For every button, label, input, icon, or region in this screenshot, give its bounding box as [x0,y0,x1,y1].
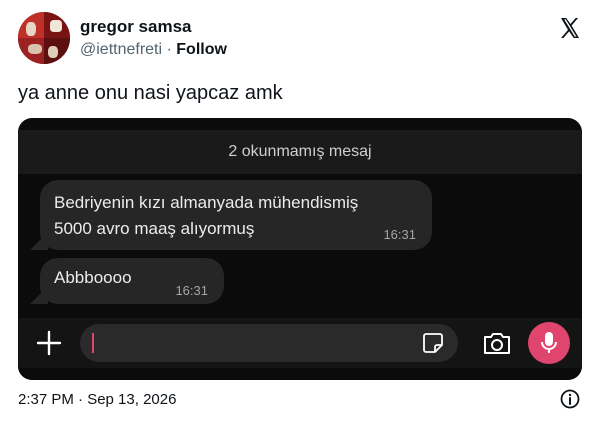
tweet-text: ya anne onu nasi yapcaz amk [18,82,283,104]
plus-icon[interactable] [36,330,62,356]
message-line: Bedriyenin kızı almanyada mühendismiş [54,193,359,212]
message-text: Bedriyenin kızı almanyada mühendismiş 50… [54,190,358,242]
author-name[interactable]: gregor samsa [80,17,192,37]
chat-screenshot[interactable]: 2 okunmamış mesaj Bedriyenin kızı almany… [18,118,582,380]
message-bubble: Bedriyenin kızı almanyada mühendismiş 50… [40,180,432,250]
message-line: 5000 avro maaş alıyormuş [54,219,255,238]
microphone-icon [541,332,557,353]
unread-banner: 2 okunmamış mesaj [18,130,582,174]
message-input[interactable] [80,324,458,362]
author-handle-row: @iettnefreti · Follow [80,41,227,59]
sticker-icon[interactable] [422,332,444,354]
camera-icon[interactable] [482,330,512,356]
message-time: 16:31 [175,283,208,298]
microphone-button[interactable] [528,322,570,364]
tweet-timestamp[interactable]: 2:37 PM · Sep 13, 2026 [18,391,176,408]
message-input-bar [18,318,582,368]
x-logo-icon[interactable] [558,16,582,40]
message-text: Abbboooo [54,268,132,287]
message-bubble: Abbboooo 16:31 [40,258,224,304]
separator: · [162,41,177,58]
tweet-header: gregor samsa @iettnefreti · Follow [18,12,582,66]
text-caret [92,333,94,353]
message-time: 16:31 [383,227,416,242]
author-handle[interactable]: @iettnefreti [80,41,162,58]
avatar[interactable] [18,12,70,64]
bottom-strip [18,368,582,380]
info-icon[interactable] [560,389,580,409]
follow-button[interactable]: Follow [176,41,227,58]
